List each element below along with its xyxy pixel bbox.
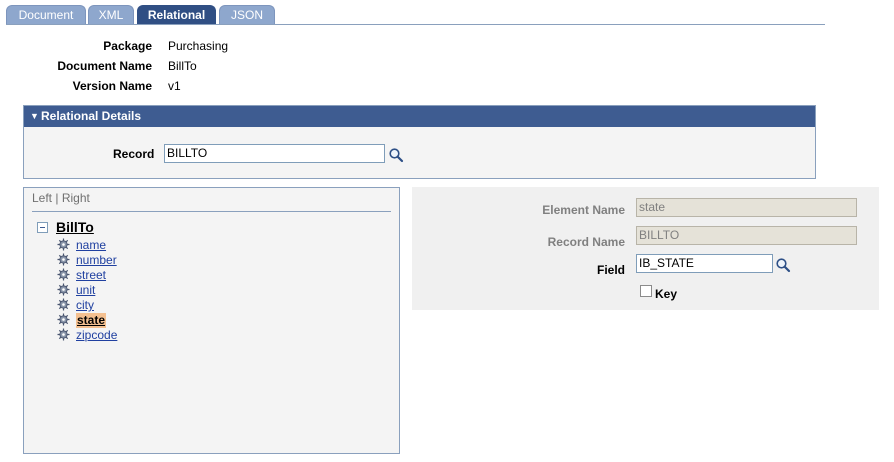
tree-item-unit[interactable]: unit — [76, 283, 95, 298]
right-link[interactable]: Right — [62, 191, 90, 205]
collapse-triangle-icon[interactable]: ▼ — [30, 106, 39, 127]
tree-item-street[interactable]: street — [76, 268, 106, 283]
field-lookup-icon[interactable] — [775, 257, 791, 273]
left-right-divider: | — [55, 191, 59, 205]
field-input[interactable]: IB_STATE — [636, 254, 773, 273]
record-lookup-icon[interactable] — [388, 147, 404, 163]
tree-item-number[interactable]: number — [76, 253, 117, 268]
tab-relational[interactable]: Relational — [137, 5, 216, 24]
field-label: Field — [596, 263, 625, 277]
tree-root-billto[interactable]: BillTo — [56, 219, 94, 235]
relational-details-title: Relational Details — [41, 109, 142, 123]
element-icon — [57, 268, 70, 281]
package-label: Package — [103, 39, 152, 53]
element-name-field: state — [636, 198, 857, 217]
tab-underline — [6, 24, 825, 25]
package-value: Purchasing — [168, 39, 229, 53]
element-icon — [57, 328, 70, 341]
record-name-label: Record Name — [547, 235, 625, 249]
document-tree-panel: Left | Right BillTo name number street u… — [23, 187, 400, 454]
record-label: Record — [113, 147, 155, 161]
version-name-label: Version Name — [72, 79, 152, 93]
tree-item-city[interactable]: city — [76, 298, 94, 313]
tab-xml[interactable]: XML — [88, 5, 134, 24]
relational-details-panel: ▼ Relational Details — [23, 105, 816, 179]
tree-item-name[interactable]: name — [76, 238, 106, 253]
collapse-node-icon[interactable] — [37, 222, 48, 233]
version-name-value: v1 — [168, 79, 181, 93]
tree-separator — [32, 211, 391, 212]
key-checkbox[interactable] — [640, 285, 652, 297]
left-link[interactable]: Left — [32, 191, 52, 205]
document-name-value: BillTo — [168, 59, 197, 73]
record-input[interactable]: BILLTO — [164, 144, 385, 163]
relational-details-header[interactable]: ▼ Relational Details — [24, 106, 815, 127]
tree-item-zipcode[interactable]: zipcode — [76, 328, 117, 343]
left-right-toggle: Left | Right — [32, 191, 90, 205]
tab-json[interactable]: JSON — [219, 5, 275, 24]
record-name-field: BILLTO — [636, 226, 857, 245]
tab-document[interactable]: Document — [6, 5, 86, 24]
element-icon — [57, 253, 70, 266]
element-icon — [57, 283, 70, 296]
element-icon — [57, 313, 70, 326]
element-icon — [57, 238, 70, 251]
tree-item-state-selected[interactable]: state — [76, 313, 107, 328]
document-name-label: Document Name — [57, 59, 152, 73]
key-label: Key — [655, 287, 678, 301]
element-name-label: Element Name — [542, 203, 625, 217]
element-icon — [57, 298, 70, 311]
